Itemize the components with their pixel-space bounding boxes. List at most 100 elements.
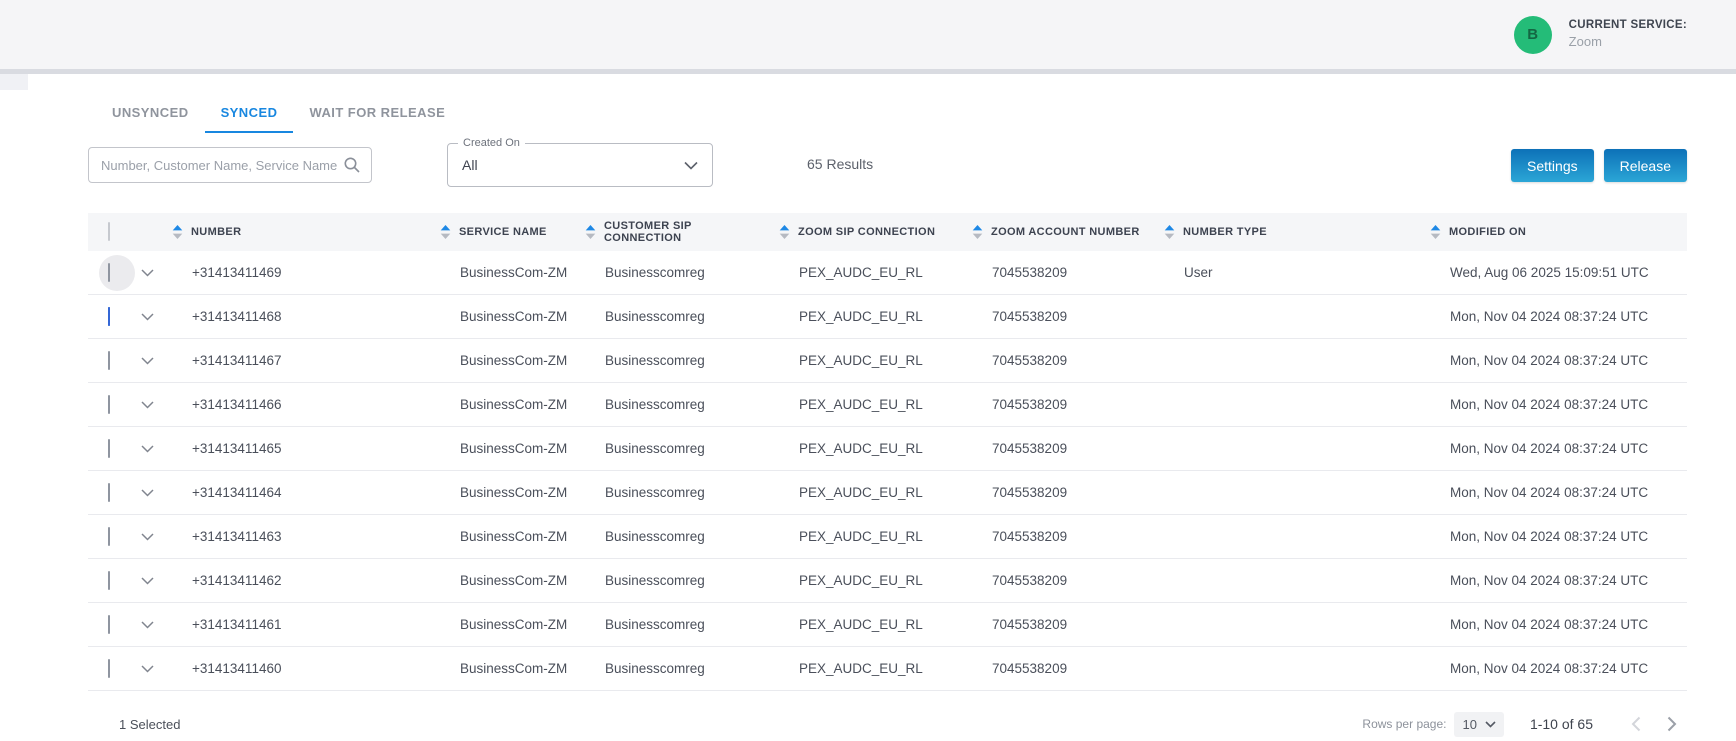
- row-checkbox[interactable]: [108, 615, 110, 634]
- cell-number: +31413411467: [162, 353, 430, 368]
- row-checkbox-cell: [88, 616, 132, 634]
- rows-per-page-select[interactable]: 10: [1454, 712, 1503, 737]
- column-header-zoom-sip-connection[interactable]: ZOOM SIP CONNECTION: [769, 225, 962, 239]
- tab-synced[interactable]: SYNCED: [205, 94, 294, 133]
- row-expand-chevron-icon[interactable]: [132, 533, 162, 541]
- table-row: +31413411462BusinessCom-ZMBusinesscomreg…: [88, 559, 1687, 603]
- sort-icon[interactable]: [1164, 225, 1175, 239]
- sort-icon[interactable]: [172, 225, 183, 239]
- table-row: +31413411460BusinessCom-ZMBusinesscomreg…: [88, 647, 1687, 691]
- chevron-right-icon: [1667, 716, 1677, 732]
- column-header-modified-on[interactable]: MODIFIED ON: [1420, 225, 1687, 239]
- cell-zoom-account-number: 7045538209: [962, 265, 1154, 280]
- avatar[interactable]: B: [1514, 16, 1552, 54]
- column-header-customer-sip-connection[interactable]: CUSTOMER SIP CONNECTION: [575, 220, 769, 244]
- row-expand-chevron-icon[interactable]: [132, 577, 162, 585]
- cell-zoom-sip-connection: PEX_AUDC_EU_RL: [769, 661, 962, 676]
- row-checkbox-cell: [88, 484, 132, 502]
- cell-zoom-account-number: 7045538209: [962, 529, 1154, 544]
- sidebar-edge: [0, 74, 28, 90]
- current-service-label: CURRENT SERVICE:: [1569, 18, 1687, 34]
- row-expand-chevron-icon[interactable]: [132, 621, 162, 629]
- table-header-row: NUMBER SERVICE NAME CUSTOMER SIP CONNECTIO…: [88, 213, 1687, 251]
- cell-modified-on: Mon, Nov 04 2024 08:37:24 UTC: [1420, 617, 1687, 632]
- search-box[interactable]: [88, 147, 372, 183]
- current-service-value: Zoom: [1569, 33, 1687, 51]
- sort-icon[interactable]: [585, 225, 596, 239]
- rows-per-page-label: Rows per page:: [1362, 717, 1446, 731]
- cell-zoom-sip-connection: PEX_AUDC_EU_RL: [769, 529, 962, 544]
- header-divider: [0, 69, 1736, 74]
- column-header-label: ZOOM SIP CONNECTION: [798, 226, 935, 238]
- cell-zoom-sip-connection: PEX_AUDC_EU_RL: [769, 353, 962, 368]
- cell-zoom-account-number: 7045538209: [962, 661, 1154, 676]
- column-header-zoom-account-number[interactable]: ZOOM ACCOUNT NUMBER: [962, 225, 1154, 239]
- search-icon[interactable]: [343, 156, 361, 174]
- row-checkbox-cell: [88, 352, 132, 370]
- row-expand-chevron-icon[interactable]: [132, 313, 162, 321]
- column-header-number[interactable]: NUMBER: [162, 225, 430, 239]
- row-checkbox[interactable]: [108, 263, 110, 282]
- cell-zoom-sip-connection: PEX_AUDC_EU_RL: [769, 309, 962, 324]
- cell-customer-sip-connection: Businesscomreg: [575, 353, 769, 368]
- created-on-value: All: [462, 157, 684, 173]
- cell-service-name: BusinessCom-ZM: [430, 265, 575, 280]
- cell-modified-on: Mon, Nov 04 2024 08:37:24 UTC: [1420, 309, 1687, 324]
- cell-service-name: BusinessCom-ZM: [430, 485, 575, 500]
- row-checkbox[interactable]: [108, 439, 110, 458]
- table-row: +31413411466BusinessCom-ZMBusinesscomreg…: [88, 383, 1687, 427]
- cell-customer-sip-connection: Businesscomreg: [575, 661, 769, 676]
- row-expand-chevron-icon[interactable]: [132, 357, 162, 365]
- sort-icon[interactable]: [972, 225, 983, 239]
- cell-modified-on: Mon, Nov 04 2024 08:37:24 UTC: [1420, 441, 1687, 456]
- search-input[interactable]: [101, 158, 343, 173]
- row-checkbox[interactable]: [108, 395, 110, 414]
- cell-modified-on: Wed, Aug 06 2025 15:09:51 UTC: [1420, 265, 1687, 280]
- cell-customer-sip-connection: Businesscomreg: [575, 573, 769, 588]
- cell-modified-on: Mon, Nov 04 2024 08:37:24 UTC: [1420, 397, 1687, 412]
- column-header-label: CUSTOMER SIP CONNECTION: [604, 220, 769, 244]
- results-count: 65 Results: [807, 156, 873, 172]
- cell-zoom-account-number: 7045538209: [962, 441, 1154, 456]
- cell-zoom-sip-connection: PEX_AUDC_EU_RL: [769, 617, 962, 632]
- sort-icon[interactable]: [440, 225, 451, 239]
- sort-icon[interactable]: [779, 225, 790, 239]
- top-bar: B CURRENT SERVICE: Zoom: [0, 0, 1736, 69]
- table-footer: 1 Selected Rows per page: 10 1-10 of 65: [88, 709, 1687, 739]
- cell-customer-sip-connection: Businesscomreg: [575, 309, 769, 324]
- row-checkbox-cell: [88, 528, 132, 546]
- next-page-button[interactable]: [1657, 709, 1687, 739]
- selected-count: 1 Selected: [119, 717, 180, 732]
- row-checkbox[interactable]: [108, 659, 110, 678]
- sort-icon[interactable]: [1430, 225, 1441, 239]
- select-all-checkbox[interactable]: [108, 222, 110, 241]
- cell-number: +31413411463: [162, 529, 430, 544]
- cell-customer-sip-connection: Businesscomreg: [575, 485, 769, 500]
- action-buttons: Settings Release: [1511, 149, 1687, 182]
- row-checkbox[interactable]: [108, 571, 110, 590]
- row-checkbox[interactable]: [108, 527, 110, 546]
- cell-number: +31413411462: [162, 573, 430, 588]
- cell-zoom-account-number: 7045538209: [962, 617, 1154, 632]
- column-header-label: NUMBER TYPE: [1183, 226, 1267, 238]
- cell-service-name: BusinessCom-ZM: [430, 573, 575, 588]
- cell-number: +31413411465: [162, 441, 430, 456]
- tab-wait-for-release[interactable]: WAIT FOR RELEASE: [293, 94, 461, 133]
- column-header-service-name[interactable]: SERVICE NAME: [430, 225, 575, 239]
- release-button[interactable]: Release: [1604, 149, 1687, 182]
- column-header-number-type[interactable]: NUMBER TYPE: [1154, 225, 1420, 239]
- column-header-label: SERVICE NAME: [459, 226, 547, 238]
- row-expand-chevron-icon[interactable]: [132, 269, 162, 277]
- row-checkbox[interactable]: [108, 483, 110, 502]
- previous-page-button[interactable]: [1621, 709, 1651, 739]
- cell-zoom-account-number: 7045538209: [962, 485, 1154, 500]
- row-expand-chevron-icon[interactable]: [132, 665, 162, 673]
- row-expand-chevron-icon[interactable]: [132, 489, 162, 497]
- settings-button[interactable]: Settings: [1511, 149, 1594, 182]
- created-on-select[interactable]: Created On All: [447, 143, 713, 187]
- row-expand-chevron-icon[interactable]: [132, 401, 162, 409]
- tab-unsynced[interactable]: UNSYNCED: [96, 94, 205, 133]
- row-expand-chevron-icon[interactable]: [132, 445, 162, 453]
- row-checkbox[interactable]: [108, 351, 110, 370]
- row-checkbox[interactable]: [108, 307, 110, 326]
